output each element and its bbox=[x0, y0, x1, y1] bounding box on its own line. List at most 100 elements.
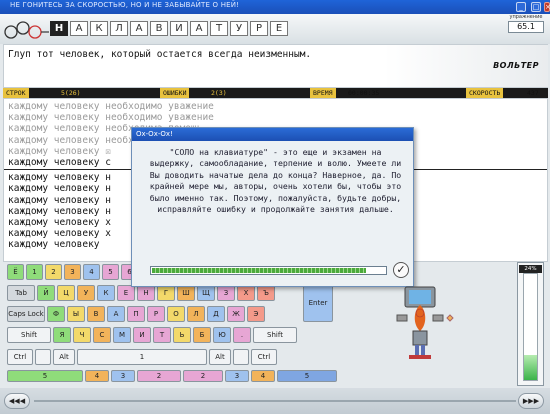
key[interactable] bbox=[233, 349, 249, 365]
finger-zone: 4 bbox=[251, 370, 275, 382]
logo-letter: А bbox=[130, 21, 148, 36]
dialog-title: Ох-Ох-Ох! bbox=[132, 128, 413, 141]
key[interactable]: Shift bbox=[7, 327, 51, 343]
errors-value: 2(3) bbox=[211, 89, 227, 97]
typed-line: каждому человеку ☒ bbox=[8, 145, 111, 157]
key[interactable]: Ctrl bbox=[251, 349, 277, 365]
key[interactable]: . bbox=[233, 327, 251, 343]
key[interactable]: Ю bbox=[213, 327, 231, 343]
quote-panel: Глуп тот человек, который остается всегд… bbox=[3, 44, 548, 88]
logo-letters: НАКЛАВИАТУРЕ bbox=[50, 21, 288, 36]
key[interactable]: А bbox=[107, 306, 125, 322]
key[interactable]: Щ bbox=[197, 285, 215, 301]
robot-mascot-icon bbox=[396, 286, 454, 359]
key[interactable]: Ц bbox=[57, 285, 75, 301]
upcoming-line: каждому человеку н bbox=[8, 205, 111, 217]
key[interactable]: Alt bbox=[53, 349, 75, 365]
progress-meter: 24% bbox=[517, 262, 544, 386]
finger-zone: 5 bbox=[7, 370, 83, 382]
logo-letter: А bbox=[190, 21, 208, 36]
key[interactable]: Н bbox=[137, 285, 155, 301]
meter-percent: 24% bbox=[519, 265, 542, 273]
key[interactable]: 1 bbox=[77, 349, 207, 365]
key[interactable]: Ф bbox=[47, 306, 65, 322]
key[interactable]: К bbox=[97, 285, 115, 301]
exercise-caption: упражнение bbox=[509, 14, 543, 20]
key[interactable]: Б bbox=[193, 327, 211, 343]
key[interactable]: З bbox=[217, 285, 235, 301]
key[interactable]: Ь bbox=[173, 327, 191, 343]
prev-button[interactable]: ◀◀◀ bbox=[4, 393, 30, 409]
key[interactable]: Й bbox=[37, 285, 55, 301]
key[interactable]: Т bbox=[153, 327, 171, 343]
key[interactable]: Caps Lock bbox=[7, 306, 45, 322]
dialog-progress-fill bbox=[152, 268, 367, 273]
key[interactable]: Х bbox=[237, 285, 255, 301]
key[interactable]: Ж bbox=[227, 306, 245, 322]
title-bar: НЕ ГОНИТЕСЬ ЗА СКОРОСТЬЮ, НО И НЕ ЗАБЫВА… bbox=[0, 0, 550, 14]
key[interactable]: И bbox=[133, 327, 151, 343]
key[interactable]: 3 bbox=[64, 264, 81, 280]
logo-letter: А bbox=[70, 21, 88, 36]
key[interactable]: 4 bbox=[83, 264, 100, 280]
key[interactable]: 2 bbox=[45, 264, 62, 280]
logo-letter: В bbox=[150, 21, 168, 36]
dialog-progress bbox=[150, 266, 387, 275]
enter-key[interactable]: Enter bbox=[303, 285, 333, 322]
key[interactable]: Ъ bbox=[257, 285, 275, 301]
meter-fill bbox=[524, 354, 537, 380]
upcoming-line: каждому человеку х bbox=[8, 228, 111, 240]
key[interactable]: Д bbox=[207, 306, 225, 322]
current-line: каждому человеку с bbox=[8, 157, 111, 168]
quote-text: Глуп тот человек, который остается всегд… bbox=[8, 49, 312, 60]
key[interactable]: Shift bbox=[253, 327, 297, 343]
app-window: НЕ ГОНИТЕСЬ ЗА СКОРОСТЬЮ, НО И НЕ ЗАБЫВА… bbox=[0, 0, 550, 414]
logo-letter: Н bbox=[50, 21, 68, 36]
exercise-value: 65.1 bbox=[508, 21, 544, 33]
meter-bar bbox=[523, 273, 538, 381]
bottom-nav: ◀◀◀ ▶▶▶ bbox=[0, 388, 550, 414]
key[interactable]: Л bbox=[187, 306, 205, 322]
key[interactable]: Ctrl bbox=[7, 349, 33, 365]
key[interactable]: М bbox=[113, 327, 131, 343]
maximize-button[interactable]: □ bbox=[531, 2, 541, 12]
typed-line: каждому человеку необходимо уважение bbox=[8, 101, 214, 112]
key[interactable]: Е bbox=[117, 285, 135, 301]
logo-letter: И bbox=[170, 21, 188, 36]
key[interactable]: Ы bbox=[67, 306, 85, 322]
speed-label: СКОРОСТЬ bbox=[466, 88, 504, 98]
key[interactable]: С bbox=[93, 327, 111, 343]
finger-zone: 2 bbox=[137, 370, 181, 382]
lines-label: СТРОК bbox=[3, 88, 29, 98]
ok-check-button[interactable]: ✓ bbox=[393, 262, 409, 278]
upcoming-line: каждому человеку bbox=[8, 239, 100, 251]
key[interactable]: Р bbox=[147, 306, 165, 322]
logo-letter: Е bbox=[270, 21, 288, 36]
key[interactable]: Ш bbox=[177, 285, 195, 301]
finger-zone: 3 bbox=[225, 370, 249, 382]
key[interactable]: Г bbox=[157, 285, 175, 301]
upcoming-line: каждому человеку х bbox=[8, 217, 111, 228]
speed-value: 437 bbox=[527, 89, 539, 97]
typed-line: каждому человеку необходимо уважение bbox=[8, 112, 214, 124]
error-dialog: Ох-Ох-Ох! "СОЛО на клавиатуре" - это еще… bbox=[131, 127, 414, 287]
time-label: ВРЕМЯ bbox=[310, 88, 336, 98]
key[interactable]: У bbox=[77, 285, 95, 301]
close-button[interactable]: × bbox=[544, 2, 550, 12]
key[interactable]: Alt bbox=[209, 349, 231, 365]
finger-zone: 3 bbox=[111, 370, 135, 382]
key[interactable] bbox=[35, 349, 51, 365]
key[interactable]: Tab bbox=[7, 285, 35, 301]
key[interactable]: В bbox=[87, 306, 105, 322]
minimize-button[interactable]: _ bbox=[516, 2, 526, 12]
key[interactable]: П bbox=[127, 306, 145, 322]
key[interactable]: 1 bbox=[26, 264, 43, 280]
window-title: НЕ ГОНИТЕСЬ ЗА СКОРОСТЬЮ, НО И НЕ ЗАБЫВА… bbox=[10, 1, 240, 9]
key[interactable]: Ё bbox=[7, 264, 24, 280]
key[interactable]: Ч bbox=[73, 327, 91, 343]
key[interactable]: О bbox=[167, 306, 185, 322]
key[interactable]: Э bbox=[247, 306, 265, 322]
key[interactable]: Я bbox=[53, 327, 71, 343]
next-button[interactable]: ▶▶▶ bbox=[518, 393, 544, 409]
key[interactable]: 5 bbox=[102, 264, 119, 280]
